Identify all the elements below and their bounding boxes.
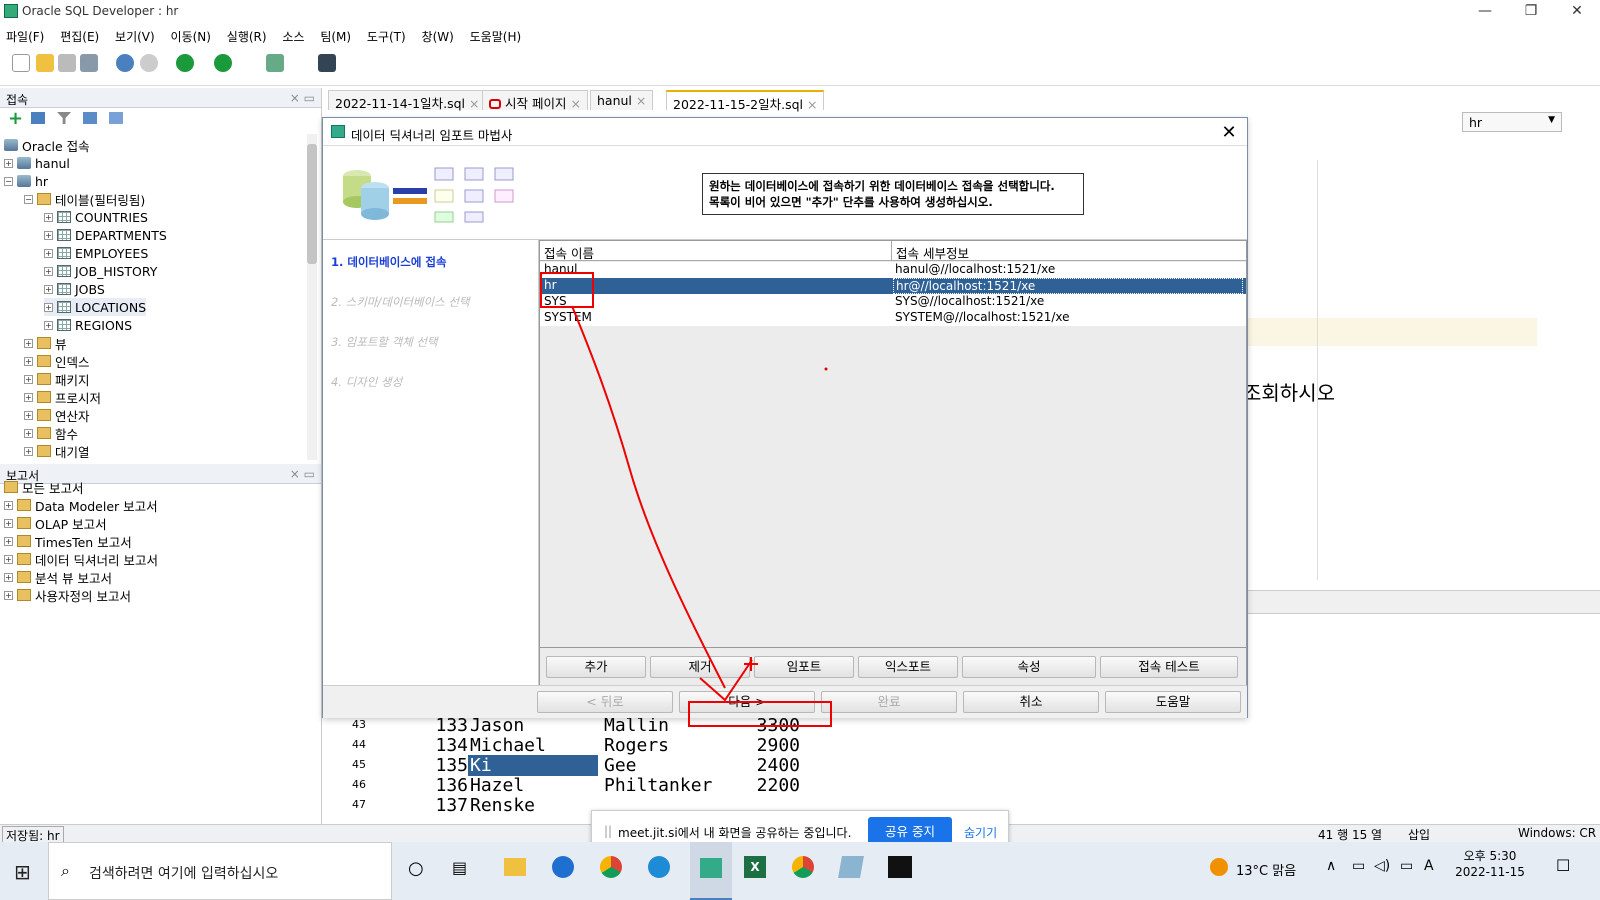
excel-icon[interactable]: X <box>744 856 766 878</box>
file-explorer-icon[interactable] <box>504 858 526 876</box>
taskbar-search[interactable]: ⌕ 검색하려면 여기에 입력하십시오 <box>48 842 392 900</box>
clock[interactable]: 오후 5:30 2022-11-15 <box>1450 848 1530 880</box>
notepad-icon[interactable] <box>838 856 864 878</box>
ie-icon[interactable] <box>552 856 574 878</box>
widgets-icon[interactable]: ▤ <box>452 858 467 877</box>
sqldeveloper-icon <box>700 858 722 878</box>
chrome-icon-2[interactable] <box>792 856 814 878</box>
weather-text[interactable]: 13°C 맑음 <box>1236 860 1296 879</box>
windows-taskbar: ⊞ ⌕ 검색하려면 여기에 입력하십시오 ○ ▤ X 13°C 맑음 ∧ ▭ ◁… <box>0 842 1600 900</box>
edge-icon[interactable] <box>648 856 670 878</box>
windows-start-icon[interactable]: ⊞ <box>14 860 31 884</box>
terminal-icon[interactable] <box>888 856 912 878</box>
display-icon[interactable]: ▭ <box>1400 858 1413 874</box>
drag-handle-icon[interactable]: || <box>604 824 612 838</box>
network-icon[interactable]: ▭ <box>1352 858 1365 874</box>
sqldeveloper-task[interactable] <box>690 842 732 900</box>
task-view-icon[interactable]: ○ <box>408 858 424 879</box>
clock-time: 오후 5:30 <box>1463 849 1517 863</box>
share-message: meet.jit.si에서 내 화면을 공유하는 중입니다. <box>618 826 852 840</box>
status-mode: 삽입 <box>1408 828 1431 842</box>
clock-date: 2022-11-15 <box>1455 865 1525 879</box>
status-eol: Windows: CR <box>1518 826 1597 840</box>
chrome-icon[interactable] <box>600 856 622 878</box>
tray-chevron-icon[interactable]: ∧ <box>1326 858 1336 874</box>
search-placeholder: 검색하려면 여기에 입력하십시오 <box>89 866 279 882</box>
ime-indicator[interactable]: A <box>1424 858 1434 874</box>
weather-icon <box>1210 858 1228 876</box>
search-icon: ⌕ <box>61 861 70 880</box>
volume-icon[interactable]: ◁) <box>1374 858 1390 874</box>
annotation-arrow <box>571 305 828 702</box>
hide-button[interactable]: 숨기기 <box>964 824 997 841</box>
status-position: 41 행 15 열 <box>1318 828 1383 842</box>
notification-icon[interactable]: ☐ <box>1556 856 1570 875</box>
